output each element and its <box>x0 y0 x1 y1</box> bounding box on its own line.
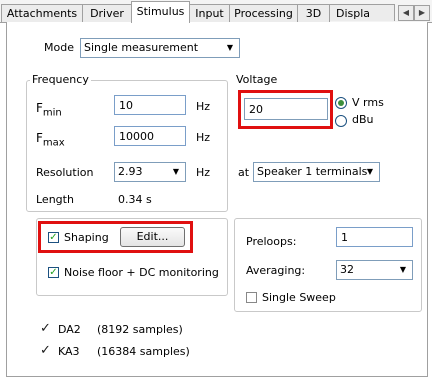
signal-info: (8192 samples) <box>97 323 183 336</box>
shaping-highlight <box>38 221 193 253</box>
tab-scroll-right-icon[interactable]: ▶ <box>414 5 430 21</box>
tab-attachments[interactable]: Attachments <box>1 4 83 22</box>
checkmark-icon: ✓ <box>40 343 51 358</box>
preloops-label: Preloops: <box>246 235 297 248</box>
fmin-label: Fmin <box>36 101 62 118</box>
signal-info: (16384 samples) <box>97 345 190 358</box>
chevron-down-icon: ▼ <box>399 265 407 274</box>
tab-3d[interactable]: 3D <box>297 4 330 22</box>
voltage-group-title: Voltage <box>236 73 278 86</box>
averaging-select[interactable]: 32 ▼ <box>336 260 413 280</box>
checkmark-icon: ✓ <box>40 321 51 336</box>
fmin-input[interactable]: 10 <box>114 95 186 115</box>
averaging-select-value: 32 <box>340 263 354 276</box>
tab-strip: Attachments Driver Stimulus Input Proces… <box>0 0 432 23</box>
resolution-label: Resolution <box>36 166 94 179</box>
single-sweep-checkbox[interactable] <box>246 292 257 303</box>
frequency-group-title: Frequency <box>30 73 91 86</box>
fmax-input[interactable]: 10000 <box>114 126 186 146</box>
signal-name: KA3 <box>58 345 80 358</box>
signal-name: DA2 <box>58 323 81 336</box>
mode-label: Mode <box>44 41 74 54</box>
preloops-input[interactable]: 1 <box>336 227 413 247</box>
tab-driver[interactable]: Driver <box>82 4 132 22</box>
fmax-unit: Hz <box>196 131 211 144</box>
length-value: 0.34 s <box>118 193 152 206</box>
averaging-label: Averaging: <box>246 264 306 277</box>
fmax-label: Fmax <box>36 131 65 148</box>
single-sweep-label: Single Sweep <box>262 291 336 304</box>
voltage-highlight <box>238 90 333 129</box>
tab-processing[interactable]: Processing <box>229 4 298 22</box>
mode-select[interactable]: Single measurement ▼ <box>80 38 240 58</box>
tab-display[interactable]: Displa <box>329 4 395 21</box>
resolution-select[interactable]: 2.93 ▼ <box>114 162 186 182</box>
chevron-down-icon: ▼ <box>366 167 374 176</box>
vrms-label: V rms <box>352 96 384 109</box>
chevron-down-icon: ▼ <box>172 167 180 176</box>
fmax-label-sub: max <box>42 137 65 149</box>
fmin-unit: Hz <box>196 100 211 113</box>
output-select[interactable]: Speaker 1 terminals ▼ <box>253 162 380 182</box>
tab-input[interactable]: Input <box>189 4 230 22</box>
noise-floor-label: Noise floor + DC monitoring <box>64 266 219 279</box>
output-select-value: Speaker 1 terminals <box>257 165 368 178</box>
fmin-label-sub: min <box>42 107 62 119</box>
resolution-select-value: 2.93 <box>118 165 143 178</box>
tab-scroll-left-icon[interactable]: ◀ <box>398 5 414 21</box>
mode-select-value: Single measurement <box>84 41 199 54</box>
fmin-label-main: F <box>36 101 43 115</box>
vrms-radio[interactable] <box>335 97 347 109</box>
at-label: at <box>238 166 250 179</box>
length-label: Length <box>36 193 74 206</box>
fmax-label-main: F <box>36 131 43 145</box>
dbu-label: dBu <box>352 113 374 126</box>
resolution-unit: Hz <box>196 166 211 179</box>
dbu-radio[interactable] <box>335 115 347 127</box>
chevron-down-icon: ▼ <box>226 43 234 52</box>
noise-floor-checkbox[interactable]: ✓ <box>48 267 59 278</box>
tab-stimulus[interactable]: Stimulus <box>131 1 190 23</box>
